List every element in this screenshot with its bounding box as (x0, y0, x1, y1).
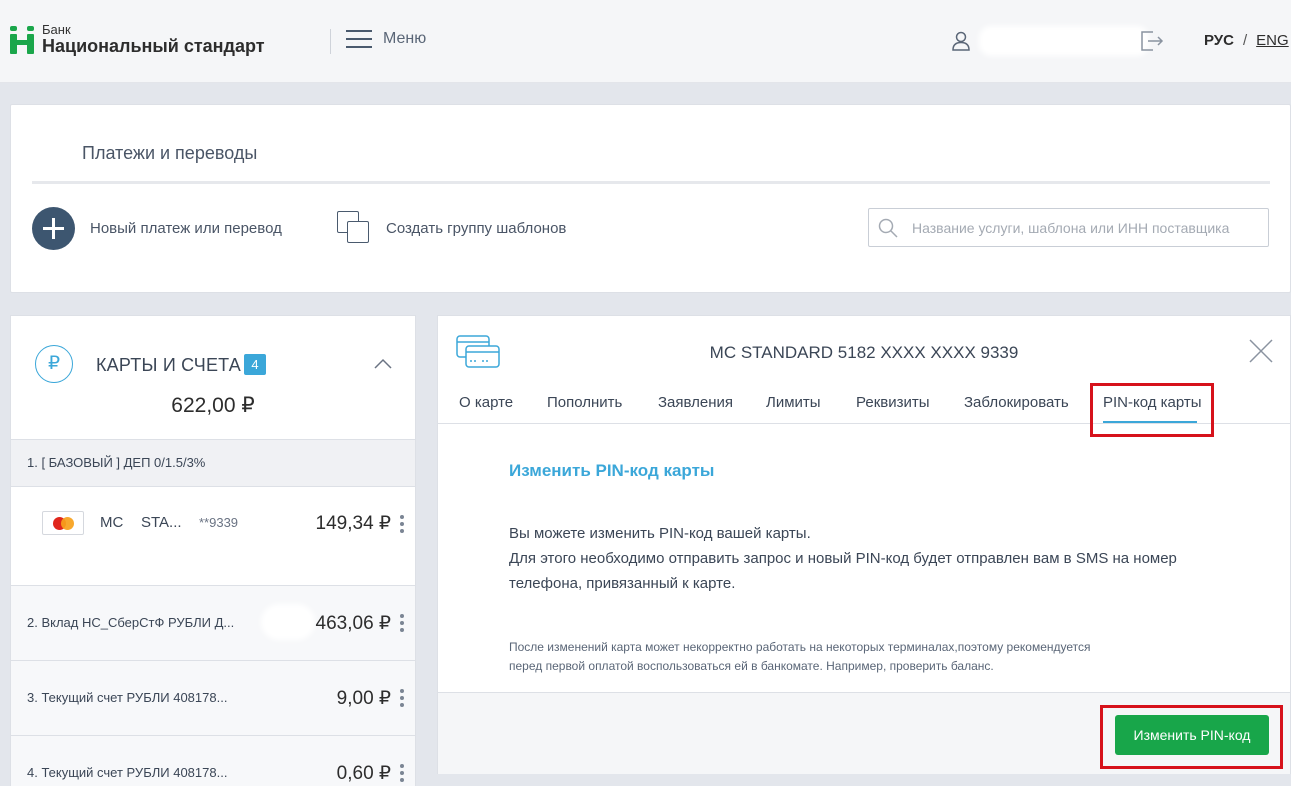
card-detail-title: MC STANDARD 5182 XXXX XXXX 9339 (709, 343, 1019, 362)
ruble-icon: ₽ (35, 345, 73, 383)
squares-icon (337, 211, 371, 245)
balance-int: 0 (336, 763, 348, 784)
account-label: 3. Текущий счет РУБЛИ 408178... (27, 690, 228, 705)
total-int: 622 (171, 394, 207, 417)
pin-line-2: Для этого необходимо отправить запрос и … (509, 550, 1177, 567)
tab-limits[interactable]: Лимиты (766, 394, 821, 411)
note-line-2: перед первой оплатой воспользоваться ей … (509, 659, 994, 673)
cards-header: ₽ КАРТЫ И СЧЕТА 4 622,00 ₽ (11, 316, 415, 440)
close-icon[interactable] (1248, 338, 1274, 364)
tab-about[interactable]: О карте (459, 394, 513, 411)
username-redacted (983, 30, 1145, 52)
card-row[interactable]: MC STA... **9339 149,34 ₽ (11, 487, 415, 586)
balance-int: 9 (336, 688, 348, 709)
tab-block[interactable]: Заблокировать (964, 394, 1069, 411)
card-number-mask: **9339 (199, 515, 239, 530)
cards-total: 622,00 ₽ (11, 393, 415, 418)
balance-dec: ,00 ₽ (347, 688, 391, 709)
language-switch: РУС / ENG (1204, 32, 1289, 49)
balance-int: 463 (315, 613, 348, 634)
cards-count-badge: 4 (244, 354, 266, 375)
balance-dec: ,06 ₽ (347, 613, 391, 634)
tab-requests[interactable]: Заявления (658, 394, 733, 411)
user-icon[interactable] (951, 31, 971, 51)
redacted-spot (265, 608, 311, 636)
new-payment-button[interactable]: Новый платеж или перевод (32, 207, 282, 250)
total-dec: ,00 ₽ (206, 394, 255, 417)
chevron-up-icon[interactable] (374, 358, 392, 370)
card-balance: 149,34 ₽ (316, 512, 391, 535)
balance-int: 149 (315, 513, 348, 534)
logo-small-text: Банк (42, 22, 71, 37)
kebab-icon[interactable] (400, 614, 404, 632)
account-balance: 463,06 ₽ (316, 612, 391, 635)
payments-panel: Платежи и переводы Новый платеж или пере… (10, 104, 1291, 293)
logout-icon[interactable] (1140, 30, 1164, 52)
cards-accounts-panel: ₽ КАРТЫ И СЧЕТА 4 622,00 ₽ 1. [ БАЗОВЫЙ … (10, 315, 416, 786)
header-divider (330, 29, 331, 54)
mastercard-icon (42, 511, 84, 535)
card-name: MC (100, 514, 124, 531)
account-balance: 0,60 ₽ (337, 762, 391, 785)
account-row[interactable]: 2. Вклад НС_СберСтФ РУБЛИ Д... 463,06 ₽ (11, 586, 415, 661)
tab-requisites[interactable]: Реквизиты (856, 394, 930, 411)
card-type: STA... (141, 514, 182, 531)
highlight-box-tab (1090, 383, 1214, 437)
account-group-header[interactable]: 1. [ БАЗОВЫЙ ] ДЕП 0/1.5/3% (11, 440, 415, 487)
payments-divider (32, 181, 1270, 184)
card-detail-panel: MC STANDARD 5182 XXXX XXXX 9339 О карте … (437, 315, 1291, 774)
create-group-label: Создать группу шаблонов (386, 219, 567, 237)
header: Банк Национальный стандарт Меню РУС / EN… (0, 0, 1291, 83)
highlight-box-button (1100, 705, 1283, 769)
logo-big-text: Национальный стандарт (42, 36, 265, 56)
menu-button[interactable]: Меню (346, 30, 426, 48)
account-label: 2. Вклад НС_СберСтФ РУБЛИ Д... (27, 615, 235, 630)
tab-top-up[interactable]: Пополнить (547, 394, 622, 411)
lang-separator: / (1242, 32, 1248, 49)
search-input[interactable] (912, 219, 1242, 236)
plus-icon (32, 207, 75, 250)
menu-label: Меню (383, 30, 427, 47)
bank-logo[interactable]: Банк Национальный стандарт (10, 22, 265, 56)
lang-ru[interactable]: РУС (1204, 32, 1234, 49)
account-row[interactable]: 4. Текущий счет РУБЛИ 408178... 0,60 ₽ (11, 736, 415, 786)
pin-change-note: После изменений карта может некорректно … (509, 638, 1091, 676)
new-payment-label: Новый платеж или перевод (90, 220, 282, 237)
account-balance: 9,00 ₽ (337, 687, 391, 710)
balance-dec: ,34 ₽ (347, 513, 391, 534)
payments-title: Платежи и переводы (82, 143, 258, 163)
pin-line-1: Вы можете изменить PIN-код вашей карты. (509, 525, 811, 542)
create-template-group-button[interactable]: Создать группу шаблонов (337, 211, 566, 245)
kebab-icon[interactable] (400, 764, 404, 782)
search-box (868, 208, 1269, 247)
account-label: 4. Текущий счет РУБЛИ 408178... (27, 765, 228, 780)
search-icon (878, 218, 898, 238)
pin-line-3: телефона, привязанный к карте. (509, 575, 736, 592)
kebab-icon[interactable] (400, 689, 404, 707)
balance-dec: ,60 ₽ (347, 763, 391, 784)
cards-title: КАРТЫ И СЧЕТА (96, 355, 241, 375)
hamburger-icon (346, 30, 372, 48)
pin-change-description: Вы можете изменить PIN-код вашей карты. … (509, 521, 1177, 596)
kebab-icon[interactable] (400, 515, 404, 533)
account-row[interactable]: 3. Текущий счет РУБЛИ 408178... 9,00 ₽ (11, 661, 415, 736)
lang-en[interactable]: ENG (1256, 32, 1289, 49)
note-line-1: После изменений карта может некорректно … (509, 640, 1091, 654)
logo-icon (10, 26, 34, 54)
pin-change-title: Изменить PIN-код карты (509, 461, 715, 480)
